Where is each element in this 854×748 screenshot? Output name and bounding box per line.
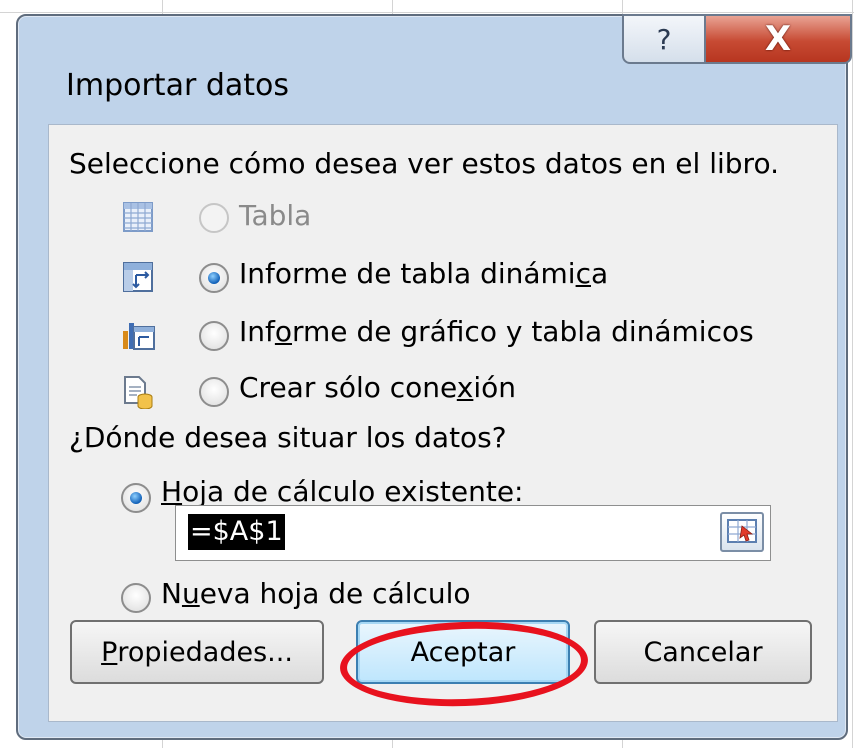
cell-reference-input[interactable]: =$A$1 bbox=[175, 505, 771, 561]
radio-connection-only[interactable] bbox=[199, 377, 229, 407]
radio-table[interactable] bbox=[199, 203, 229, 233]
table-icon bbox=[123, 201, 153, 233]
view-prompt: Seleccione cómo desea ver estos datos en… bbox=[69, 147, 779, 180]
pivot-table-icon bbox=[123, 261, 153, 293]
collapse-dialog-button[interactable] bbox=[720, 512, 764, 552]
connection-only-icon bbox=[123, 375, 153, 410]
option-table-label: Tabla bbox=[239, 199, 312, 232]
close-icon: X bbox=[764, 19, 792, 59]
close-button[interactable]: X bbox=[704, 14, 852, 64]
pivot-chart-icon bbox=[121, 317, 155, 350]
new-sheet-label: Nueva hoja de cálculo bbox=[161, 577, 471, 610]
range-select-icon bbox=[727, 519, 757, 543]
location-prompt: ¿Dónde desea situar los datos? bbox=[69, 421, 507, 454]
radio-pivot-table[interactable] bbox=[199, 263, 229, 293]
help-icon: ? bbox=[656, 22, 672, 56]
help-button[interactable]: ? bbox=[622, 14, 706, 64]
option-pivot-chart-label: Informe de gráfico y tabla dinámicos bbox=[239, 315, 754, 348]
cancel-button[interactable]: Cancelar bbox=[594, 620, 812, 684]
dialog-title: Importar datos bbox=[66, 68, 289, 103]
radio-pivot-chart[interactable] bbox=[199, 321, 229, 351]
option-pivot-table-label: Informe de tabla dinámica bbox=[239, 257, 609, 290]
existing-sheet-label: Hoja de cálculo existente: bbox=[161, 475, 524, 508]
properties-button[interactable]: Propiedades... bbox=[70, 620, 324, 684]
cell-reference-value: =$A$1 bbox=[188, 514, 285, 550]
option-connection-only-label: Crear sólo conexión bbox=[239, 371, 517, 404]
radio-existing-sheet[interactable] bbox=[121, 483, 151, 513]
radio-new-sheet[interactable] bbox=[121, 583, 151, 613]
